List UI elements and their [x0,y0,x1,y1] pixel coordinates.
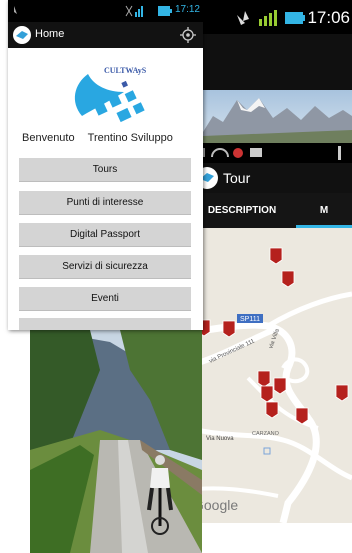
map-marker[interactable] [273,377,287,395]
status-bar [188,143,352,163]
map-marker[interactable] [260,385,274,403]
status-bar: 17:06 [203,0,352,34]
logo-text: CULTWAyS [104,66,147,75]
action-bar [203,34,352,90]
status-icons [14,5,143,17]
home-screen: 17:12 Home CULTWAyS Benvenuto Trentino S… [8,0,203,330]
mail-icon [250,148,262,157]
signal-icon [135,6,143,17]
map-marker[interactable] [257,370,271,388]
map-marker[interactable] [222,320,236,338]
gps-locate-icon[interactable] [180,27,196,43]
welcome-text: Benvenuto [22,132,75,144]
map-marker[interactable] [265,401,279,419]
map-marker[interactable] [335,384,349,402]
tab-description[interactable]: DESCRIPTION [188,193,296,228]
battery-icon [285,12,305,24]
more-button[interactable] [19,318,191,330]
action-bar: Tour [188,163,352,193]
action-bar: Home [8,22,203,48]
status-time: 17:12 [174,4,200,15]
map-view[interactable]: SP111 via Provinciale 111 via Villa Via … [188,228,352,523]
safety-services-button[interactable]: Servizi di sicurezza [19,255,191,279]
tab-bar: DESCRIPTION M [188,193,352,228]
wifi-icon [211,148,229,158]
carzano-label: CARZANO [252,431,280,437]
bluetooth-icon [125,5,133,17]
status-bar: 17:12 [8,0,203,22]
app-icon [233,148,243,158]
map-marker[interactable] [295,407,309,425]
tour-screen: Tour DESCRIPTION M SP111 via Provinciale… [188,143,352,523]
map-marker[interactable] [269,247,283,265]
road-tag-label: SP111 [240,316,260,323]
screen-title: Home [35,28,65,40]
usb-icon [14,6,17,14]
screen-title: Tour [223,170,251,186]
map-marker[interactable] [281,270,295,288]
cultways-logo: CULTWAyS [68,62,158,128]
cyclist-photo [30,330,202,553]
welcome-line: Benvenuto Trentino Sviluppo [22,132,173,144]
wifi-icon [237,11,249,25]
status-time: 17:06 [307,8,350,27]
signal-icon [338,146,341,160]
mountain-photo [203,90,352,145]
app-logo-icon[interactable] [12,25,32,45]
status-icons [237,10,305,26]
via-nuova-label: Via Nuova [206,436,234,442]
map-canvas[interactable]: SP111 via Provinciale 111 via Villa Via … [188,228,352,523]
battery-icon [158,6,172,16]
status-icons [194,146,341,160]
user-name: Trentino Sviluppo [87,132,173,144]
tours-button[interactable]: Tours [19,158,191,182]
points-of-interest-button[interactable]: Punti di interesse [19,191,191,215]
events-button[interactable]: Eventi [19,287,191,311]
tab-map[interactable]: M [296,193,352,228]
signal-icon [259,10,277,26]
digital-passport-button[interactable]: Digital Passport [19,223,191,247]
